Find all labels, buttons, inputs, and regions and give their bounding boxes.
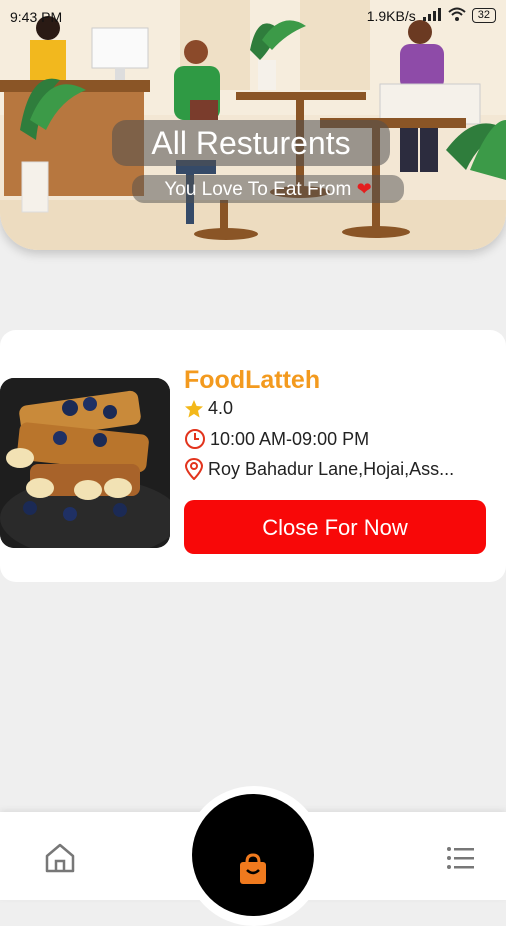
status-bar: 9:43 PM 1.9KB/s 32 [0,0,506,34]
list-icon[interactable] [442,840,478,881]
close-for-now-button[interactable]: Close For Now [184,500,486,554]
hero-subtitle-text: You Love To Eat From [164,179,352,200]
status-time: 9:43 PM [10,9,63,25]
location-pin-icon [184,458,204,480]
battery-icon: 32 [471,8,496,23]
opening-hours: 10:00 AM-09:00 PM [210,428,370,449]
wifi-icon [448,7,466,24]
hours-row: 10:00 AM-09:00 PM [184,428,369,450]
restaurant-card[interactable]: FoodLatteh 4.0 10:00 AM-09:00 PM Roy Bah… [0,330,506,582]
rating-value: 4.0 [208,398,234,418]
network-speed: 1.9KB/s [366,7,416,24]
home-icon[interactable] [42,840,78,881]
clock-icon [185,429,205,449]
shopping-bag-icon[interactable] [236,852,270,891]
status-icons: 1.9KB/s 32 [367,7,496,24]
rating-row: 4.0 [184,398,233,419]
signal-icon [422,7,442,24]
food-image [0,378,170,548]
heart-icon: ❤ [356,179,372,199]
restaurant-name: FoodLatteh [184,366,321,394]
star-icon [185,399,203,417]
hero-banner: All Resturents You Love To Eat From ❤ [0,0,506,250]
hero-title: All Resturents [112,120,390,166]
hero-subtitle: You Love To Eat From ❤ [132,175,404,203]
address-row: Roy Bahadur Lane,Hojai,Ass... [184,458,454,480]
restaurant-address: Roy Bahadur Lane,Hojai,Ass... [208,458,455,479]
